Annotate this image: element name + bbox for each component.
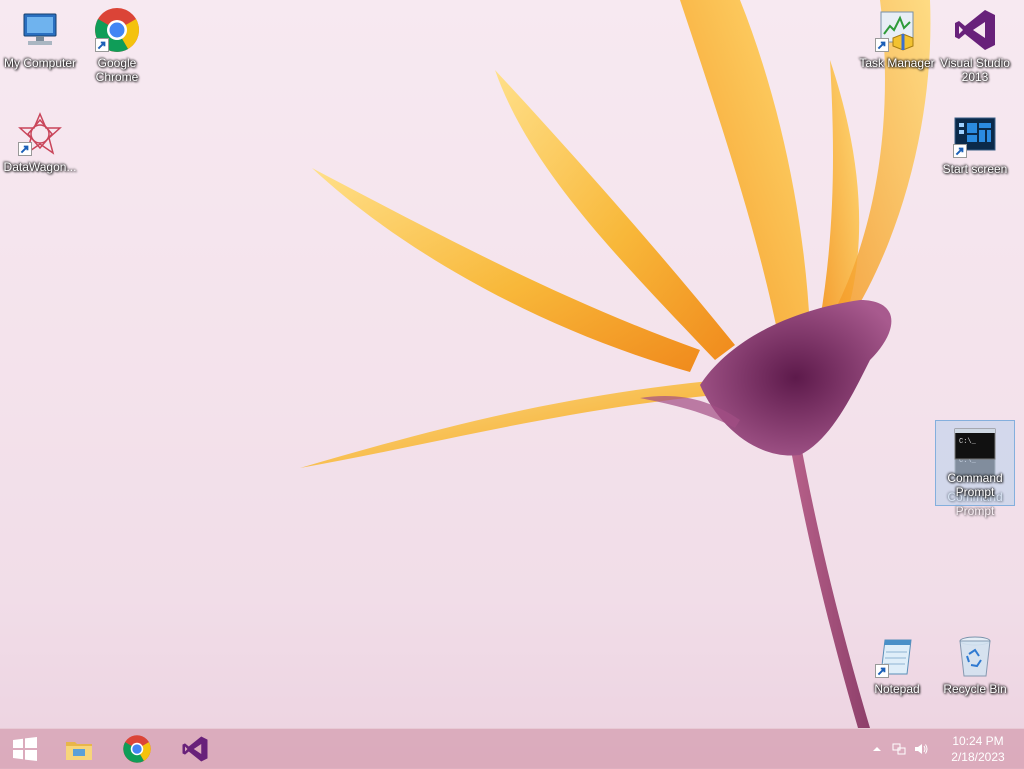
trash-icon — [951, 632, 999, 680]
start-screen-label: Start screen — [942, 162, 1008, 176]
start-button[interactable] — [0, 729, 50, 769]
taskbar: 10:24 PM 2/18/2023 — [0, 728, 1024, 769]
folder-icon — [66, 742, 92, 760]
volume-tray-button[interactable] — [910, 729, 932, 769]
task-manager-label: Task Manager — [859, 56, 935, 70]
system-tray: 10:24 PM 2/18/2023 — [866, 729, 1024, 769]
start-screen-icon — [951, 112, 999, 160]
chrome-icon — [93, 6, 141, 54]
start-screen-shortcut[interactable]: Start screen — [936, 112, 1014, 176]
desktop-wallpaper — [300, 0, 931, 728]
shortcut-arrow-icon — [18, 142, 32, 156]
visual-studio-icon — [951, 6, 999, 54]
visual-studio-shortcut[interactable]: Visual Studio 2013 — [936, 6, 1014, 84]
network-tray-button[interactable] — [888, 729, 910, 769]
command-prompt-shortcut[interactable]: C:\_ Command Prompt — [935, 420, 1015, 506]
notepad-shortcut[interactable]: Notepad — [858, 632, 936, 696]
shortcut-arrow-icon — [875, 664, 889, 678]
task-manager-icon — [873, 6, 921, 54]
clock-time: 10:24 PM — [952, 734, 1004, 748]
taskbar-visual-studio-button[interactable] — [166, 729, 224, 769]
windows-logo-icon — [13, 737, 37, 761]
datawagon-label: DataWagon... — [3, 160, 77, 174]
shortcut-arrow-icon — [95, 38, 109, 52]
recycle-bin-icon[interactable]: Recycle Bin — [936, 632, 1014, 696]
command-prompt-icon: C:\_ — [951, 421, 999, 469]
command-prompt-label: Command Prompt — [947, 471, 1003, 499]
google-chrome-shortcut[interactable]: Google Chrome — [78, 6, 156, 84]
svg-text:C:\_: C:\_ — [959, 438, 977, 446]
clock-date: 2/18/2023 — [951, 750, 1005, 764]
taskbar-file-explorer-button[interactable] — [50, 729, 108, 769]
visual-studio-label: Visual Studio 2013 — [940, 56, 1010, 84]
network-icon — [892, 743, 906, 755]
show-hidden-icons-button[interactable] — [866, 729, 888, 769]
computer-icon — [16, 6, 64, 54]
chevron-up-icon — [873, 747, 881, 751]
visual-studio-icon — [182, 736, 208, 762]
chrome-icon — [123, 735, 151, 763]
my-computer-label: My Computer — [3, 56, 77, 70]
recycle-bin-label: Recycle Bin — [943, 682, 1007, 696]
task-manager-shortcut[interactable]: Task Manager — [858, 6, 936, 70]
clock-button[interactable]: 10:24 PM 2/18/2023 — [932, 733, 1024, 765]
datawagon-icon — [16, 110, 64, 158]
shortcut-arrow-icon — [875, 38, 889, 52]
shortcut-arrow-icon — [953, 144, 967, 158]
taskbar-chrome-button[interactable] — [108, 729, 166, 769]
my-computer-icon[interactable]: My Computer — [1, 6, 79, 70]
notepad-icon — [873, 632, 921, 680]
speaker-icon — [915, 744, 928, 754]
datawagon-shortcut[interactable]: DataWagon... — [1, 110, 79, 174]
